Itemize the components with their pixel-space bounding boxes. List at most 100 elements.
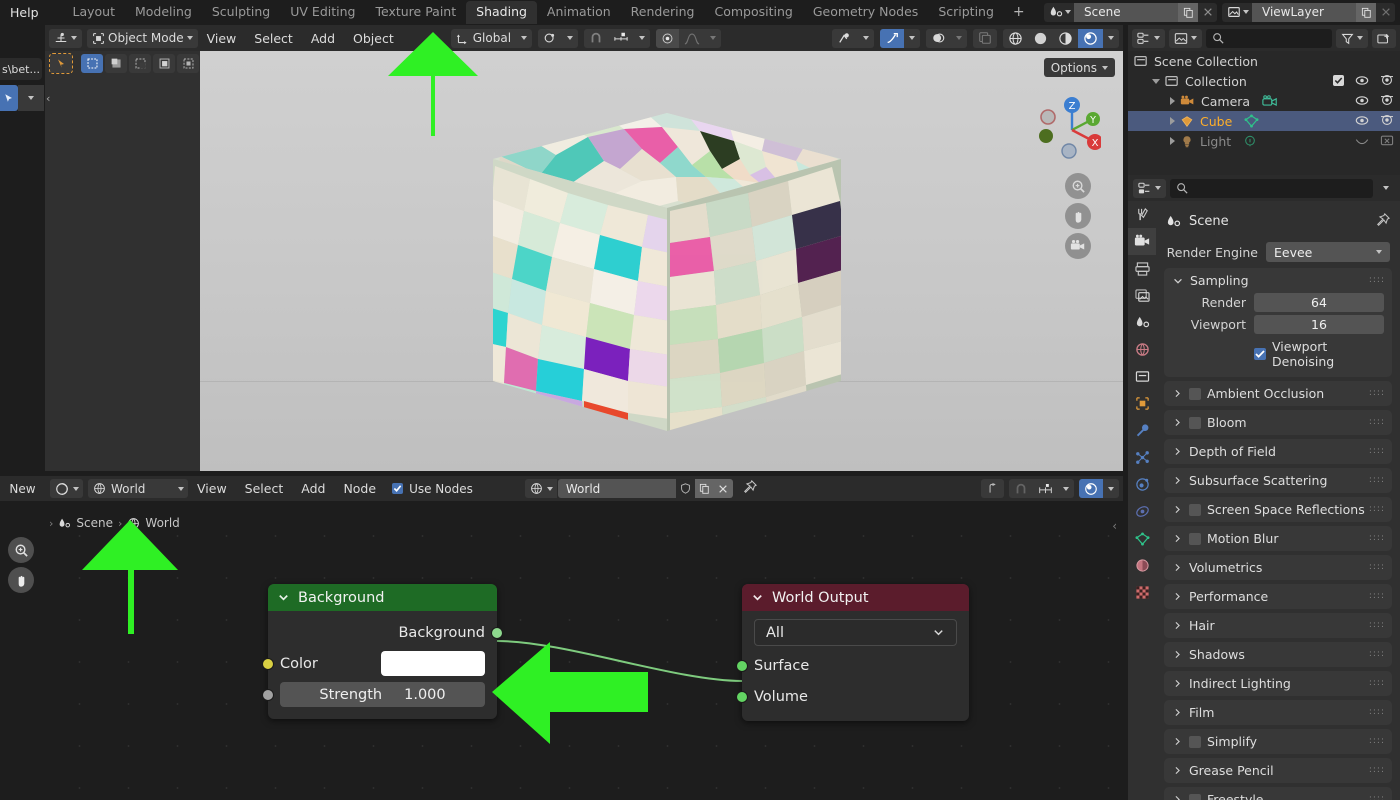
- chevron-down-icon[interactable]: [1152, 78, 1160, 84]
- breadcrumb-item-world[interactable]: World: [127, 516, 180, 530]
- outliner-search-input[interactable]: [1206, 28, 1332, 48]
- exclude-checkbox[interactable]: [1333, 74, 1344, 89]
- chevron-right-icon[interactable]: [1172, 649, 1183, 660]
- viewlayer-name-field[interactable]: ViewLayer: [1252, 2, 1356, 22]
- tool-tab[interactable]: [1128, 201, 1156, 228]
- display-mode-button[interactable]: [1169, 28, 1202, 48]
- object-mode-dropdown[interactable]: Object Mode: [87, 28, 198, 48]
- viewport-menu-object[interactable]: Object: [344, 31, 403, 46]
- strength-value-field[interactable]: Strength 1.000: [280, 682, 485, 707]
- chevron-down-icon[interactable]: [277, 591, 290, 604]
- workspace-tab-geometry-nodes[interactable]: Geometry Nodes: [803, 1, 928, 24]
- select-box-tool[interactable]: [81, 54, 103, 73]
- chevron-right-icon[interactable]: [1172, 533, 1183, 544]
- visibility-group[interactable]: [832, 28, 874, 48]
- grip-icon[interactable]: ::::: [1369, 650, 1385, 659]
- panel-volumetrics-header[interactable]: Volumetrics::::: [1164, 555, 1392, 580]
- shader-menu-select[interactable]: Select: [236, 481, 293, 496]
- chevron-right-icon[interactable]: [1172, 707, 1183, 718]
- disable-in-renders-toggle[interactable]: [1380, 134, 1394, 149]
- input-socket-volume[interactable]: [736, 690, 748, 703]
- hide-in-viewport-toggle[interactable]: [1355, 74, 1369, 89]
- panel-enable-checkbox[interactable]: [1189, 532, 1201, 545]
- node-sidebar-arrow-icon[interactable]: ‹: [1112, 519, 1117, 533]
- transform-orientation-group[interactable]: Global: [450, 28, 533, 48]
- workspace-tab-rendering[interactable]: Rendering: [621, 1, 705, 24]
- chevron-right-icon[interactable]: [1172, 620, 1183, 631]
- chevron-right-icon[interactable]: [1172, 446, 1183, 457]
- outliner-row-scene-collection[interactable]: Scene Collection: [1128, 51, 1400, 71]
- shading-mode-group[interactable]: [1003, 28, 1119, 48]
- properties-editor-type-button[interactable]: [1133, 178, 1166, 198]
- viewport-denoising-checkbox[interactable]: [1254, 348, 1266, 360]
- help-menu[interactable]: Help: [0, 5, 49, 20]
- chevron-down-icon[interactable]: [751, 591, 764, 604]
- scene-tab[interactable]: [1128, 309, 1156, 336]
- chevron-right-icon[interactable]: [1170, 97, 1175, 105]
- grip-icon[interactable]: ::::: [1369, 563, 1385, 572]
- chevron-right-icon[interactable]: [1172, 765, 1183, 776]
- shader-type-dropdown[interactable]: World: [88, 479, 188, 498]
- workspace-tab-scripting[interactable]: Scripting: [928, 1, 1004, 24]
- panel-enable-checkbox[interactable]: [1189, 503, 1201, 516]
- workspace-tab-compositing[interactable]: Compositing: [705, 1, 803, 24]
- new-material-button[interactable]: New: [0, 476, 45, 501]
- workspace-tab-texture-paint[interactable]: Texture Paint: [365, 1, 466, 24]
- texture-tab[interactable]: [1128, 579, 1156, 606]
- use-nodes-checkbox[interactable]: [392, 483, 404, 494]
- panel-freestyle-header[interactable]: Freestyle::::: [1164, 787, 1392, 800]
- delete-viewlayer-button[interactable]: [1376, 2, 1395, 22]
- color-swatch[interactable]: [381, 651, 485, 676]
- overlays-group[interactable]: [926, 28, 967, 48]
- breadcrumb-item-scene[interactable]: Scene: [58, 516, 113, 530]
- hide-in-viewport-toggle[interactable]: [1355, 114, 1369, 129]
- view-layer-tab[interactable]: [1128, 282, 1156, 309]
- disable-in-renders-toggle[interactable]: [1380, 74, 1394, 89]
- panel-performance-header[interactable]: Performance::::: [1164, 584, 1392, 609]
- pin-button[interactable]: [1376, 212, 1391, 230]
- use-nodes-toggle[interactable]: Use Nodes: [392, 482, 473, 496]
- node-world-output-header[interactable]: World Output: [742, 584, 969, 611]
- input-socket-strength[interactable]: [262, 688, 274, 701]
- grip-icon[interactable]: ::::: [1369, 505, 1385, 514]
- pin-id-button[interactable]: [743, 479, 757, 497]
- viewlayer-selector[interactable]: ViewLayer: [1222, 2, 1395, 22]
- chevron-right-icon[interactable]: [1172, 504, 1183, 515]
- grip-icon[interactable]: ::::: [1369, 679, 1385, 688]
- delete-scene-button[interactable]: [1198, 2, 1217, 22]
- node-shading-group[interactable]: [1079, 479, 1119, 498]
- workspace-tab-layout[interactable]: Layout: [63, 1, 126, 24]
- pan-view-button[interactable]: [1065, 203, 1091, 229]
- shader-editor-type-button[interactable]: [50, 479, 83, 498]
- add-workspace-button[interactable]: +: [1004, 4, 1034, 20]
- chevron-right-icon[interactable]: [1172, 475, 1183, 486]
- chevron-right-icon[interactable]: [1172, 417, 1183, 428]
- node-world-output[interactable]: World Output All Surface Volume: [736, 584, 969, 721]
- node-snap-group[interactable]: [1009, 479, 1074, 498]
- grip-icon[interactable]: ::::: [1369, 276, 1385, 285]
- collection-tab[interactable]: [1128, 363, 1156, 390]
- cube-object[interactable]: [200, 51, 1123, 471]
- workspace-tab-modeling[interactable]: Modeling: [125, 1, 202, 24]
- object-data-icon[interactable]: [1243, 135, 1257, 148]
- scene-name-field[interactable]: Scene: [1074, 2, 1178, 22]
- particles-tab[interactable]: [1128, 444, 1156, 471]
- node-background-header[interactable]: Background: [268, 584, 497, 611]
- chevron-right-icon[interactable]: [1172, 562, 1183, 573]
- panel-ambient-occlusion-header[interactable]: Ambient Occlusion::::: [1164, 381, 1392, 406]
- workspace-tab-uv-editing[interactable]: UV Editing: [280, 1, 365, 24]
- node-background[interactable]: Background Background Color Strength 1.0…: [262, 584, 503, 719]
- shader-menu-node[interactable]: Node: [334, 481, 385, 496]
- workspace-tab-sculpting[interactable]: Sculpting: [202, 1, 280, 24]
- scene-selector[interactable]: Scene: [1044, 2, 1217, 22]
- camera-view-button[interactable]: [1065, 233, 1091, 259]
- gizmo-group[interactable]: [880, 28, 920, 48]
- shader-menu-add[interactable]: Add: [292, 481, 334, 496]
- chevron-right-icon[interactable]: [1172, 794, 1183, 800]
- viewport-panel-arrow-icon[interactable]: ‹: [46, 92, 50, 105]
- panel-film-header[interactable]: Film::::: [1164, 700, 1392, 725]
- node-zoom-button[interactable]: [8, 537, 34, 563]
- render-tab[interactable]: [1128, 228, 1156, 255]
- object-data-icon[interactable]: [1244, 114, 1259, 128]
- zoom-view-button[interactable]: [1065, 173, 1091, 199]
